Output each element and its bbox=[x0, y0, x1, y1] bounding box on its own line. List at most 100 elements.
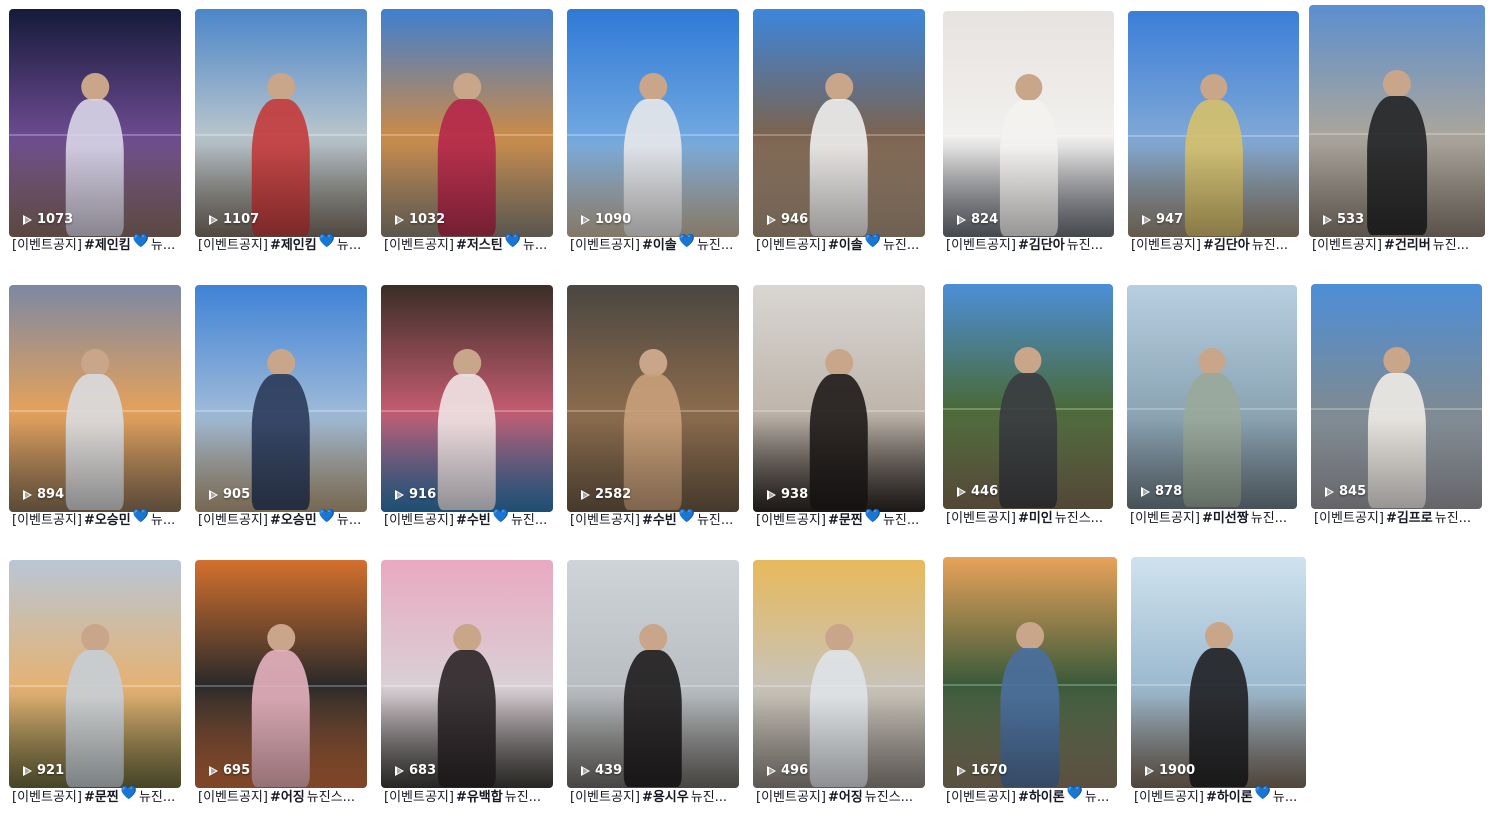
video-caption[interactable]: [이벤트공지] #문찐 💙 뉴진... bbox=[12, 786, 180, 805]
caption-hashtag[interactable]: #제인킴 bbox=[84, 234, 131, 253]
blue-heart-icon: 💙 bbox=[864, 234, 881, 249]
video-thumbnail[interactable]: 1073 bbox=[9, 9, 181, 237]
video-card[interactable]: 533 [이벤트공지] #건리버 뉴진... bbox=[1309, 5, 1485, 261]
video-card[interactable]: 1670 [이벤트공지] #하이론 💙 뉴... bbox=[943, 557, 1117, 813]
video-caption[interactable]: [이벤트공지] #어징 뉴진스... bbox=[198, 786, 366, 805]
caption-hashtag[interactable]: #저스틴 bbox=[456, 234, 503, 253]
video-caption[interactable]: [이벤트공지] #김프로 뉴진... bbox=[1314, 507, 1481, 526]
caption-hashtag[interactable]: #미인 bbox=[1018, 507, 1053, 526]
video-card[interactable]: 1090 [이벤트공지] #이솔 💙 뉴진... bbox=[567, 9, 739, 261]
video-card[interactable]: 845 [이벤트공지] #김프로 뉴진... bbox=[1311, 284, 1482, 534]
video-caption[interactable]: [이벤트공지] #오승민 💙 뉴... bbox=[198, 509, 366, 528]
video-thumbnail[interactable]: 824 bbox=[943, 11, 1114, 237]
video-thumbnail[interactable]: 533 bbox=[1309, 5, 1485, 237]
video-thumbnail[interactable]: 1107 bbox=[195, 9, 367, 237]
video-card[interactable]: 878 [이벤트공지] #미선짱 뉴진... bbox=[1127, 285, 1297, 534]
caption-hashtag[interactable]: #김단아 bbox=[1203, 234, 1250, 253]
video-caption[interactable]: [이벤트공지] #어징 뉴진스... bbox=[756, 786, 924, 805]
caption-prefix: [이벤트공지] bbox=[1312, 238, 1382, 253]
video-thumbnail[interactable]: 695 bbox=[195, 560, 367, 788]
caption-hashtag[interactable]: #문찐 bbox=[828, 509, 863, 528]
video-card[interactable]: 921 [이벤트공지] #문찐 💙 뉴진... bbox=[9, 560, 181, 813]
video-caption[interactable]: [이벤트공지] #미선짱 뉴진... bbox=[1130, 507, 1296, 526]
video-caption[interactable]: [이벤트공지] #수빈 💙 뉴진... bbox=[570, 509, 738, 528]
video-thumbnail[interactable]: 446 bbox=[943, 284, 1113, 509]
video-caption[interactable]: [이벤트공지] #하이론 💙 뉴... bbox=[1134, 786, 1305, 805]
video-card[interactable]: 683 [이벤트공지] #유백합 뉴진... bbox=[381, 560, 553, 813]
video-thumbnail[interactable]: 1900 bbox=[1131, 557, 1306, 788]
video-card[interactable]: 1073 [이벤트공지] #제인킴 💙 뉴... bbox=[9, 9, 181, 261]
video-caption[interactable]: [이벤트공지] #김단아 뉴진... bbox=[1131, 234, 1298, 253]
video-thumbnail[interactable]: 496 bbox=[753, 560, 925, 788]
video-thumbnail[interactable]: 921 bbox=[9, 560, 181, 788]
caption-hashtag[interactable]: #오승민 bbox=[84, 509, 131, 528]
video-card[interactable]: 824 [이벤트공지] #김단아 뉴진... bbox=[943, 11, 1114, 261]
blue-heart-icon: 💙 bbox=[318, 509, 335, 524]
video-thumbnail[interactable]: 938 bbox=[753, 285, 925, 512]
video-caption[interactable]: [이벤트공지] #이솔 💙 뉴진... bbox=[756, 234, 924, 253]
caption-hashtag[interactable]: #하이론 bbox=[1206, 786, 1253, 805]
caption-hashtag[interactable]: #김프로 bbox=[1386, 507, 1433, 526]
video-caption[interactable]: [이벤트공지] #저스틴 💙 뉴... bbox=[384, 234, 552, 253]
video-card[interactable]: 916 [이벤트공지] #수빈 💙 뉴진... bbox=[381, 285, 553, 536]
video-caption[interactable]: [이벤트공지] #제인킴 💙 뉴... bbox=[12, 234, 180, 253]
video-caption[interactable]: [이벤트공지] #김단아 뉴진... bbox=[946, 234, 1113, 253]
thumbnail-person-head bbox=[825, 73, 853, 101]
video-card[interactable]: 1107 [이벤트공지] #제인킴 💙 뉴... bbox=[195, 9, 367, 261]
video-caption[interactable]: [이벤트공지] #문찐 💙 뉴진... bbox=[756, 509, 924, 528]
play-icon bbox=[957, 214, 966, 225]
video-caption[interactable]: [이벤트공지] #수빈 💙 뉴진... bbox=[384, 509, 552, 528]
video-card[interactable]: 946 [이벤트공지] #이솔 💙 뉴진... bbox=[753, 9, 925, 261]
video-thumbnail[interactable]: 947 bbox=[1128, 11, 1299, 237]
caption-hashtag[interactable]: #이솔 bbox=[642, 234, 677, 253]
video-caption[interactable]: [이벤트공지] #이솔 💙 뉴진... bbox=[570, 234, 738, 253]
video-thumbnail[interactable]: 2582 bbox=[567, 285, 739, 512]
caption-hashtag[interactable]: #수빈 bbox=[642, 509, 677, 528]
thumbnail-person-head bbox=[1014, 74, 1043, 101]
video-caption[interactable]: [이벤트공지] #제인킴 💙 뉴... bbox=[198, 234, 366, 253]
caption-hashtag[interactable]: #어징 bbox=[828, 786, 863, 805]
video-caption[interactable]: [이벤트공지] #미인 뉴진스... bbox=[946, 507, 1112, 526]
video-thumbnail[interactable]: 1090 bbox=[567, 9, 739, 237]
caption-hashtag[interactable]: #수빈 bbox=[456, 509, 491, 528]
video-thumbnail[interactable]: 439 bbox=[567, 560, 739, 788]
video-caption[interactable]: [이벤트공지] #건리버 뉴진... bbox=[1312, 234, 1484, 253]
video-card[interactable]: 496 [이벤트공지] #어징 뉴진스... bbox=[753, 560, 925, 813]
video-thumbnail[interactable]: 1032 bbox=[381, 9, 553, 237]
video-card[interactable]: 894 [이벤트공지] #오승민 💙 뉴... bbox=[9, 285, 181, 536]
caption-hashtag[interactable]: #어징 bbox=[270, 786, 305, 805]
caption-hashtag[interactable]: #미선짱 bbox=[1202, 507, 1249, 526]
caption-hashtag[interactable]: #김단아 bbox=[1018, 234, 1065, 253]
video-card[interactable]: 1900 [이벤트공지] #하이론 💙 뉴... bbox=[1131, 557, 1306, 813]
caption-hashtag[interactable]: #오승민 bbox=[270, 509, 317, 528]
video-thumbnail[interactable]: 894 bbox=[9, 285, 181, 512]
video-thumbnail[interactable]: 905 bbox=[195, 285, 367, 512]
video-card[interactable]: 1032 [이벤트공지] #저스틴 💙 뉴... bbox=[381, 9, 553, 261]
video-card[interactable]: 695 [이벤트공지] #어징 뉴진스... bbox=[195, 560, 367, 813]
caption-hashtag[interactable]: #하이론 bbox=[1018, 786, 1065, 805]
video-caption[interactable]: [이벤트공지] #용시우 뉴진... bbox=[570, 786, 738, 805]
video-card[interactable]: 2582 [이벤트공지] #수빈 💙 뉴진... bbox=[567, 285, 739, 536]
video-caption[interactable]: [이벤트공지] #오승민 💙 뉴... bbox=[12, 509, 180, 528]
caption-hashtag[interactable]: #문찐 bbox=[84, 786, 119, 805]
video-caption[interactable]: [이벤트공지] #하이론 💙 뉴... bbox=[946, 786, 1116, 805]
video-card[interactable]: 947 [이벤트공지] #김단아 뉴진... bbox=[1128, 11, 1299, 261]
caption-hashtag[interactable]: #제인킴 bbox=[270, 234, 317, 253]
caption-suffix: 뉴... bbox=[522, 238, 548, 253]
video-thumbnail[interactable]: 845 bbox=[1311, 284, 1482, 509]
caption-hashtag[interactable]: #건리버 bbox=[1384, 234, 1431, 253]
video-thumbnail[interactable]: 683 bbox=[381, 560, 553, 788]
video-card[interactable]: 446 [이벤트공지] #미인 뉴진스... bbox=[943, 284, 1113, 534]
video-caption[interactable]: [이벤트공지] #유백합 뉴진... bbox=[384, 786, 552, 805]
video-thumbnail[interactable]: 946 bbox=[753, 9, 925, 237]
video-card[interactable]: 938 [이벤트공지] #문찐 💙 뉴진... bbox=[753, 285, 925, 536]
caption-hashtag[interactable]: #이솔 bbox=[828, 234, 863, 253]
video-card[interactable]: 439 [이벤트공지] #용시우 뉴진... bbox=[567, 560, 739, 813]
video-thumbnail[interactable]: 1670 bbox=[943, 557, 1117, 788]
caption-hashtag[interactable]: #유백합 bbox=[456, 786, 503, 805]
caption-suffix: 뉴진... bbox=[510, 513, 548, 528]
video-thumbnail[interactable]: 916 bbox=[381, 285, 553, 512]
caption-hashtag[interactable]: #용시우 bbox=[642, 786, 689, 805]
video-card[interactable]: 905 [이벤트공지] #오승민 💙 뉴... bbox=[195, 285, 367, 536]
video-thumbnail[interactable]: 878 bbox=[1127, 285, 1297, 509]
